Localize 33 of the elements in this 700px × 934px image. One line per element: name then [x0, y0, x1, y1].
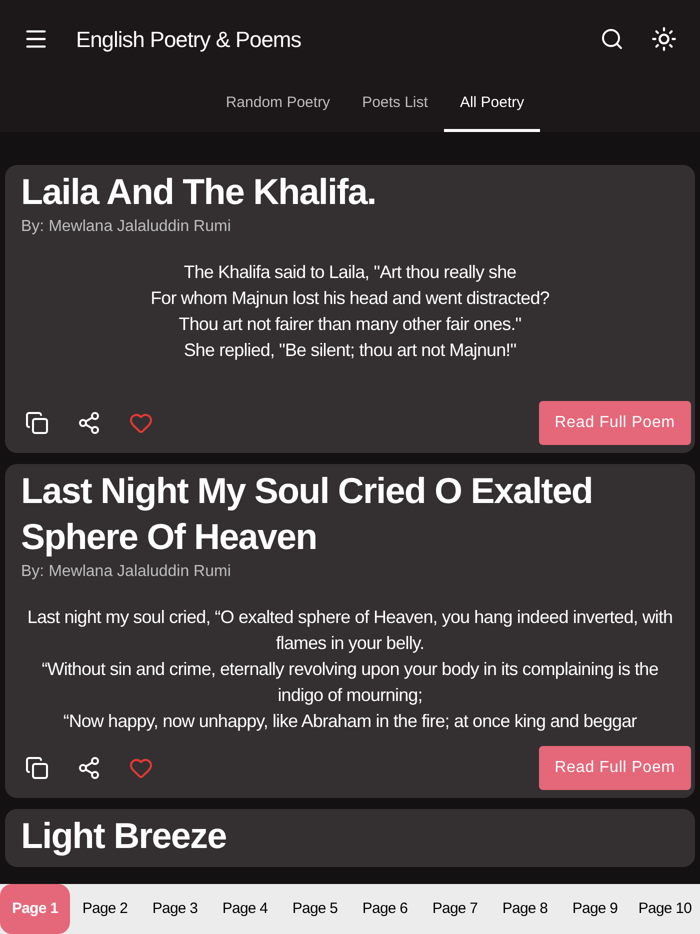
- page-button[interactable]: Page 3: [140, 884, 210, 934]
- page-button[interactable]: Page 6: [350, 884, 420, 934]
- page-button[interactable]: Page 9: [560, 884, 630, 934]
- share-icon[interactable]: [77, 411, 101, 435]
- copy-icon[interactable]: [25, 756, 49, 780]
- tab[interactable]: Random Poetry: [210, 78, 346, 132]
- poem-title: Last Night My Soul Cried O Exalted Sphere Of Heaven: [21, 469, 594, 559]
- page-button[interactable]: Page 8: [490, 884, 560, 934]
- search-icon: [600, 27, 624, 51]
- tab[interactable]: Poets List: [346, 78, 444, 132]
- page-button[interactable]: Page 4: [210, 884, 280, 934]
- poem-line: “Without sin and crime, eternally revolving upon your body in its complaining is the indigo of mourning;: [40, 658, 660, 707]
- app-title: English Poetry & Poems: [76, 26, 302, 54]
- poem-line: She replied, "Be silent; thou art not Majnun!": [184, 339, 516, 362]
- poem-line: “Now happy, now unhappy, like Abraham in the fire; at once king and beggar: [63, 710, 637, 733]
- sun-icon: [651, 26, 677, 52]
- heart-icon[interactable]: [129, 411, 153, 435]
- poem-line: Thou art not fairer than many other fair ones.": [178, 313, 522, 336]
- page-button[interactable]: Page 10: [630, 884, 700, 934]
- poem-author: By: Mewlana Jalaluddin Rumi: [21, 562, 232, 582]
- copy-icon[interactable]: [25, 411, 49, 435]
- poem-author: By: Mewlana Jalaluddin Rumi: [21, 217, 232, 237]
- heart-icon[interactable]: [129, 756, 153, 780]
- poem-line: Last night my soul cried, “O exalted sphere of Heaven, you hang indeed inverted, with flames in your belly.: [26, 606, 674, 655]
- poem-line: The Khalifa said to Laila, "Art thou really she: [184, 261, 516, 284]
- page-button[interactable]: Page 5: [280, 884, 350, 934]
- poem-title: Laila And The Khalifa.: [21, 170, 377, 214]
- poem-line: For whom Majnun lost his head and went distracted?: [150, 287, 550, 310]
- poem-title: Light Breeze: [21, 814, 228, 858]
- tab[interactable]: All Poetry: [444, 78, 540, 132]
- page-button[interactable]: Page 2: [70, 884, 140, 934]
- share-icon[interactable]: [77, 756, 101, 780]
- page-button[interactable]: Page 7: [420, 884, 490, 934]
